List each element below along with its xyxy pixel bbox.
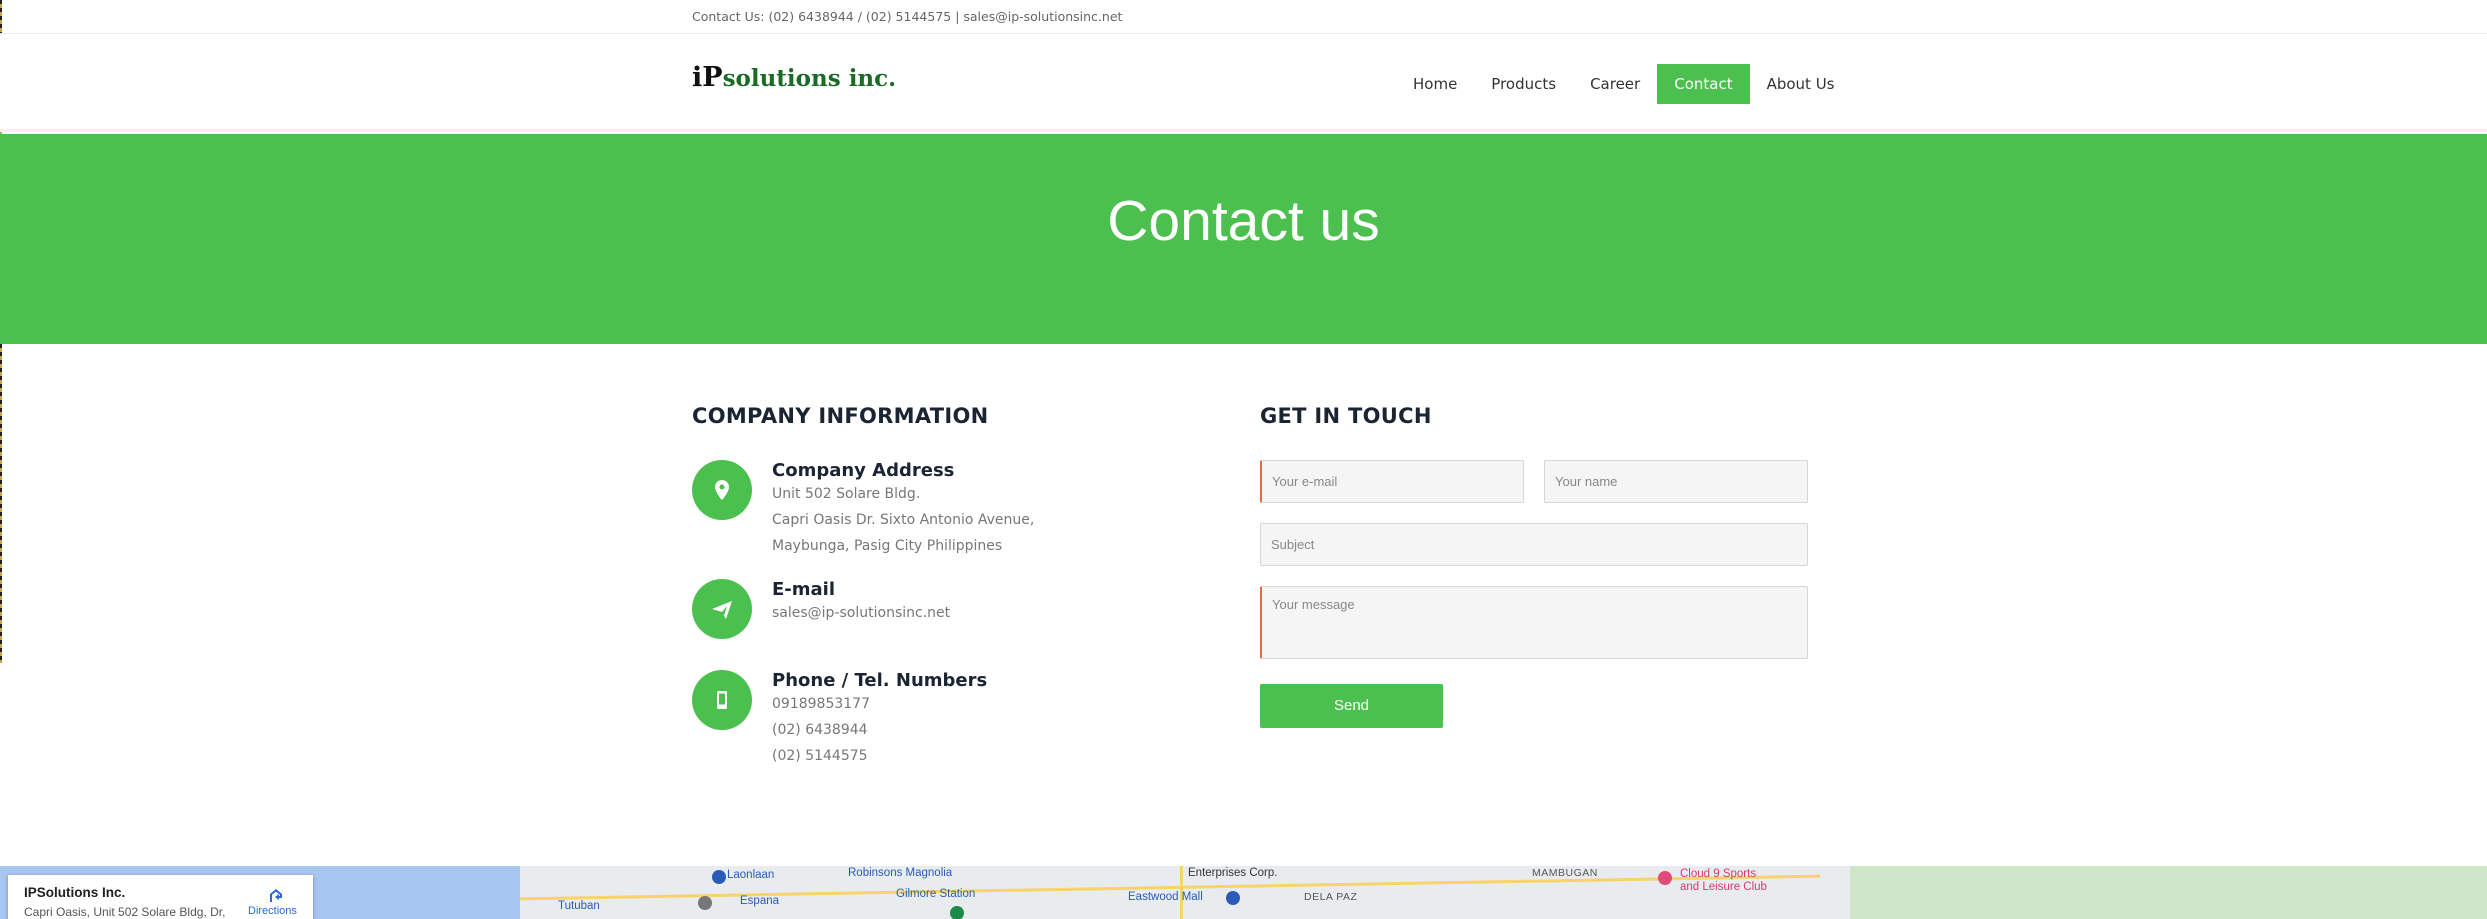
send-button[interactable]: Send xyxy=(1260,684,1443,728)
name-field[interactable]: Your name xyxy=(1544,460,1808,503)
topbar-contact-text: Contact Us: (02) 6438944 / (02) 5144575 … xyxy=(692,9,1123,24)
directions-icon[interactable] xyxy=(266,885,286,905)
map-pin-icon xyxy=(1226,891,1240,905)
directions-link[interactable]: Directions xyxy=(248,905,297,917)
email-heading: E-mail xyxy=(772,579,836,600)
map-pin-icon xyxy=(712,870,726,884)
nav-contact[interactable]: Contact xyxy=(1657,64,1750,104)
email-address[interactable]: sales@ip-solutionsinc.net xyxy=(772,605,950,621)
address-line-1: Unit 502 Solare Bldg. xyxy=(772,486,921,502)
phone-number-2: (02) 6438944 xyxy=(772,722,868,738)
name-field-placeholder: Your name xyxy=(1555,474,1618,489)
get-in-touch-title: GET IN TOUCH xyxy=(1260,404,1432,428)
map-label-cloud9-line2: and Leisure Club xyxy=(1680,881,1767,893)
company-info-title: COMPANY INFORMATION xyxy=(692,404,989,428)
map-green-area xyxy=(1850,866,2487,919)
subject-field[interactable]: Subject xyxy=(1260,523,1808,566)
phone-number-3: (02) 5144575 xyxy=(772,748,868,764)
site-header: iPsolutions inc. Home Products Career Co… xyxy=(0,34,2487,132)
map-label-dela-paz: DELA PAZ xyxy=(1304,891,1358,903)
phone-number-1: 09189853177 xyxy=(772,696,870,712)
main-nav: Home Products Career Contact About Us xyxy=(1396,64,1852,104)
map-card-title: IPSolutions Inc. xyxy=(24,885,126,900)
map-pin-icon xyxy=(698,896,712,910)
paper-plane-icon xyxy=(692,579,752,639)
address-line-2: Capri Oasis Dr. Sixto Antonio Avenue, xyxy=(772,512,1035,528)
map-label-espana: Espana xyxy=(740,895,780,907)
map-card-address: Capri Oasis, Unit 502 Solare Bldg, Dr, xyxy=(24,905,226,919)
map-pin-icon xyxy=(1658,871,1672,885)
email-field[interactable]: Your e-mail xyxy=(1260,460,1524,503)
phone-heading: Phone / Tel. Numbers xyxy=(772,670,988,691)
map-label-tutuban: Tutuban xyxy=(558,900,600,912)
map-label-mambugan: MAMBUGAN xyxy=(1532,867,1598,879)
address-heading: Company Address xyxy=(772,460,955,481)
message-textarea[interactable]: Your message xyxy=(1260,586,1808,659)
hero-banner: Contact us xyxy=(0,134,2487,344)
subject-field-placeholder: Subject xyxy=(1271,537,1315,552)
site-logo[interactable]: iPsolutions inc. xyxy=(692,62,896,93)
logo-prefix: iP xyxy=(692,62,723,93)
map-label-laonlaan: Laonlaan xyxy=(727,869,775,881)
nav-home[interactable]: Home xyxy=(1396,64,1474,104)
nav-products[interactable]: Products xyxy=(1474,64,1573,104)
map-info-card: IPSolutions Inc. Capri Oasis, Unit 502 S… xyxy=(8,875,313,919)
embedded-map[interactable]: Laonlaan Robinsons Magnolia Enterprises … xyxy=(0,866,2487,919)
map-label-enterprises: Enterprises Corp. xyxy=(1188,867,1278,879)
nav-about-us[interactable]: About Us xyxy=(1750,64,1852,104)
logo-suffix: solutions inc. xyxy=(722,65,897,92)
email-field-placeholder: Your e-mail xyxy=(1272,474,1338,489)
message-field-placeholder: Your message xyxy=(1272,597,1355,612)
map-label-eastwood: Eastwood Mall xyxy=(1128,891,1203,903)
address-line-3: Maybunga, Pasig City Philippines xyxy=(772,538,1003,554)
nav-career[interactable]: Career xyxy=(1573,64,1657,104)
phone-icon xyxy=(692,670,752,730)
map-label-cloud9: Cloud 9 Sports xyxy=(1680,868,1757,880)
map-label-gilmore: Gilmore Station xyxy=(896,888,976,900)
map-label-robinsons: Robinsons Magnolia xyxy=(848,867,953,879)
map-pin-icon xyxy=(950,906,964,919)
location-pin-icon xyxy=(692,460,752,520)
hero-title: Contact us xyxy=(1107,189,1380,253)
top-contact-bar: Contact Us: (02) 6438944 / (02) 5144575 … xyxy=(0,0,2487,34)
